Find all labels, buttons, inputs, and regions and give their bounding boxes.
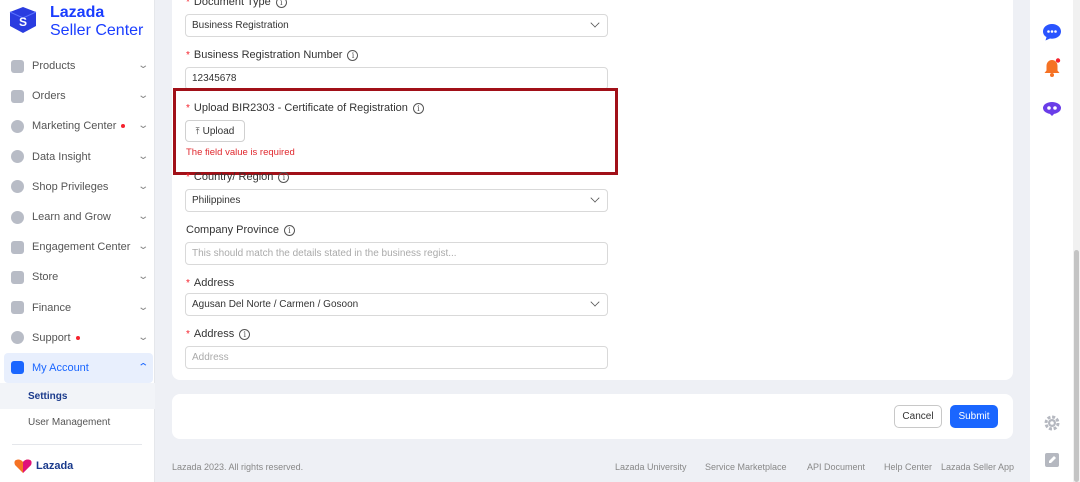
sidebar-item-label: Products xyxy=(32,60,76,73)
edit-icon[interactable] xyxy=(1042,450,1062,470)
sidebar-item-label: Engagement Center xyxy=(32,241,131,254)
chevron-down-icon: ⌄ xyxy=(136,180,149,192)
copyright-text: Lazada 2023. All rights reserved. xyxy=(172,462,304,472)
chevron-down-icon: ⌄ xyxy=(136,90,149,102)
sidebar-divider xyxy=(12,444,142,445)
footer-link-service-marketplace[interactable]: Service Marketplace xyxy=(705,462,787,472)
chevron-down-icon: ⌄ xyxy=(136,301,149,313)
sidebar-item-label: Learn and Grow xyxy=(32,211,111,224)
error-highlight-box xyxy=(173,88,618,175)
settings-gear-icon[interactable] xyxy=(1042,413,1062,433)
finance-icon xyxy=(11,301,24,315)
sidebar-item-label: Orders xyxy=(32,90,66,103)
support-icon xyxy=(11,331,24,345)
cancel-button[interactable]: Cancel xyxy=(894,405,942,428)
chevron-down-icon xyxy=(590,18,600,28)
marketing-icon xyxy=(11,119,24,133)
footer-link-help-center[interactable]: Help Center xyxy=(884,462,932,472)
svg-text:S: S xyxy=(19,15,27,29)
info-icon[interactable]: i xyxy=(275,0,287,8)
info-icon[interactable]: i xyxy=(239,328,251,340)
notification-dot xyxy=(121,124,126,129)
sidebar-item-label: Data Insight xyxy=(32,150,91,163)
sidebar-item-label: Shop Privileges xyxy=(32,180,109,193)
info-icon[interactable]: i xyxy=(283,224,295,236)
sidebar-subitem-user-management[interactable]: User Management xyxy=(0,409,155,435)
chevron-down-icon: ⌄ xyxy=(136,210,149,222)
seller-center-logo[interactable]: S Lazada Seller Center xyxy=(8,4,143,40)
data-insight-icon xyxy=(11,150,24,164)
chevron-down-icon: ⌄ xyxy=(136,150,149,162)
products-icon xyxy=(11,59,24,73)
notification-bell-icon[interactable] xyxy=(1042,58,1062,78)
sidebar-item-shop-privileges[interactable]: Shop Privileges ⌄ xyxy=(0,172,155,202)
country-label: * Country/ Region i xyxy=(186,171,290,183)
sidebar-subitem-label: User Management xyxy=(28,416,111,428)
company-province-input[interactable]: This should match the details stated in … xyxy=(185,242,608,265)
brand-line1: Lazada xyxy=(50,4,105,21)
notification-dot xyxy=(75,335,80,340)
document-type-label: * Document Type i xyxy=(186,0,287,8)
sidebar-nav: Products ⌄ Orders ⌄ Marketing Center ⌄ D… xyxy=(0,51,155,435)
sidebar-item-my-account[interactable]: My Account ⌄ xyxy=(4,352,153,384)
business-reg-number-input[interactable]: 12345678 xyxy=(185,67,608,90)
footer-link-seller-app[interactable]: Lazada Seller App xyxy=(941,462,1014,472)
store-icon xyxy=(11,270,24,284)
document-type-select[interactable]: Business Registration xyxy=(185,14,608,37)
sidebar-item-learn-and-grow[interactable]: Learn and Grow ⌄ xyxy=(0,202,155,232)
sidebar-item-orders[interactable]: Orders ⌄ xyxy=(0,81,155,111)
lazada-footer-logo[interactable]: Lazada xyxy=(14,459,73,473)
sidebar-item-store[interactable]: Store ⌄ xyxy=(0,262,155,292)
footer-link-university[interactable]: Lazada University xyxy=(615,462,687,472)
sidebar-item-label: Marketing Center xyxy=(32,120,117,133)
chevron-down-icon: ⌄ xyxy=(136,331,149,343)
chat-icon[interactable] xyxy=(1042,22,1062,42)
assistant-bot-icon[interactable] xyxy=(1042,98,1062,118)
sidebar-item-data-insight[interactable]: Data Insight ⌄ xyxy=(0,142,155,172)
sidebar-item-label: Finance xyxy=(32,301,72,314)
business-reg-number-label: * Business Registration Number i xyxy=(186,49,359,61)
sidebar-item-label: Support xyxy=(32,331,71,344)
country-select[interactable]: Philippines xyxy=(185,189,608,212)
sidebar-item-label: My Account xyxy=(32,361,89,374)
sidebar-subitem-label: Settings xyxy=(28,390,68,402)
chevron-down-icon xyxy=(590,193,600,203)
scrollbar-thumb[interactable] xyxy=(1074,250,1079,482)
learn-icon xyxy=(11,210,24,224)
sidebar-item-products[interactable]: Products ⌄ xyxy=(0,51,155,81)
lazada-logo-icon: S xyxy=(9,7,37,33)
address-region-select[interactable]: Agusan Del Norte / Carmen / Gosoon xyxy=(185,293,608,316)
brand-line2: Seller Center xyxy=(50,22,144,39)
lazada-footer-text: Lazada xyxy=(36,460,74,472)
info-icon[interactable]: i xyxy=(347,49,359,61)
submit-button[interactable]: Submit xyxy=(950,405,998,428)
shop-privileges-icon xyxy=(11,180,24,194)
sidebar-item-engagement-center[interactable]: Engagement Center ⌄ xyxy=(0,232,155,262)
account-icon xyxy=(11,361,24,375)
orders-icon xyxy=(11,89,24,103)
sidebar: S Lazada Seller Center Products ⌄ Orders… xyxy=(0,0,155,482)
chevron-down-icon: ⌄ xyxy=(136,271,149,283)
lazada-heart-icon xyxy=(14,459,32,473)
address-region-label: * Address xyxy=(186,277,235,289)
address-text-label: * Address i xyxy=(186,328,251,340)
company-province-label: Company Province i xyxy=(186,224,295,236)
sidebar-subitem-settings[interactable]: Settings xyxy=(0,383,155,410)
sidebar-item-label: Store xyxy=(32,271,59,284)
sidebar-item-support[interactable]: Support ⌄ xyxy=(0,323,155,353)
chevron-down-icon: ⌄ xyxy=(136,241,149,253)
address-input[interactable]: Address xyxy=(185,346,608,369)
info-icon[interactable]: i xyxy=(278,171,290,183)
chevron-up-icon: ⌄ xyxy=(136,359,149,371)
form-action-bar xyxy=(172,394,1013,439)
sidebar-item-finance[interactable]: Finance ⌄ xyxy=(0,293,155,323)
chevron-down-icon: ⌄ xyxy=(136,60,149,71)
sidebar-item-marketing-center[interactable]: Marketing Center ⌄ xyxy=(0,111,155,141)
chevron-down-icon xyxy=(590,297,600,307)
footer-link-api-document[interactable]: API Document xyxy=(807,462,865,472)
engagement-icon xyxy=(11,240,24,254)
chevron-down-icon: ⌄ xyxy=(136,120,149,132)
